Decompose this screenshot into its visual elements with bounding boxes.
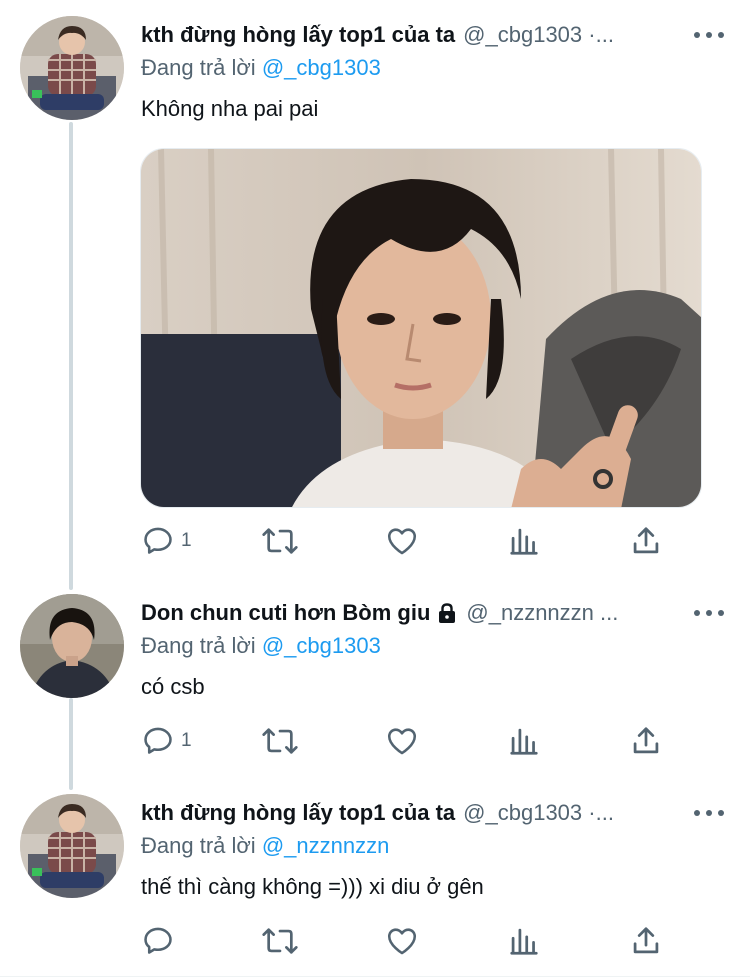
share-button[interactable] [631, 724, 661, 758]
user-handle[interactable]: @_cbg1303 ·... [463, 22, 681, 48]
share-button[interactable] [631, 524, 661, 558]
heart-icon [387, 528, 417, 555]
avatar[interactable] [20, 16, 124, 120]
retweet-icon [262, 728, 298, 754]
reply-icon [144, 527, 172, 554]
views-button[interactable] [509, 524, 539, 558]
tweet-header: Don chun cuti hơn Bòm giu @_nzznnzzn ... [141, 597, 681, 629]
tweet-header: kth đừng hòng lấy top1 của ta @_cbg1303 … [141, 19, 681, 51]
reply-count: 1 [181, 730, 192, 751]
more-icon[interactable] [694, 24, 724, 46]
photo-person-image [141, 149, 701, 507]
views-icon [510, 928, 538, 955]
user-handle[interactable]: @_nzznnzzn ... [466, 600, 681, 626]
retweet-icon [262, 928, 298, 954]
replying-prefix: Đang trả lời [141, 55, 256, 80]
reply-count: 1 [181, 530, 192, 551]
more-icon[interactable] [694, 802, 724, 824]
views-button[interactable] [509, 724, 539, 758]
avatar-kth-image [20, 16, 124, 120]
display-name[interactable]: Don chun cuti hơn Bòm giu [141, 600, 430, 626]
mention-link[interactable]: @_nzznnzzn [262, 833, 390, 858]
share-icon [633, 727, 659, 754]
share-icon [633, 527, 659, 554]
avatar[interactable] [20, 594, 124, 698]
display-name[interactable]: kth đừng hòng lấy top1 của ta [141, 800, 455, 826]
views-button[interactable] [509, 924, 539, 958]
more-icon[interactable] [694, 602, 724, 624]
reply-button[interactable]: 1 [141, 724, 192, 758]
tweet-actions: 1 [141, 724, 671, 758]
avatar[interactable] [20, 794, 124, 898]
avatar-don-image [20, 594, 124, 698]
replying-to: Đang trả lời @_cbg1303 [141, 55, 381, 81]
replying-prefix: Đang trả lời [141, 833, 256, 858]
tweet-actions [141, 924, 671, 958]
tweet-text: có csb [141, 674, 205, 699]
display-name[interactable]: kth đừng hòng lấy top1 của ta [141, 22, 455, 48]
replying-to: Đang trả lời @_nzznnzzn [141, 833, 389, 859]
tweet[interactable]: kth đừng hòng lấy top1 của ta @_cbg1303 … [0, 778, 750, 978]
retweet-icon [262, 528, 298, 554]
tweet-header: kth đừng hòng lấy top1 của ta @_cbg1303 … [141, 797, 681, 829]
views-icon [510, 728, 538, 755]
replying-prefix: Đang trả lời [141, 633, 256, 658]
reply-icon [144, 927, 172, 954]
mention-link[interactable]: @_cbg1303 [262, 55, 381, 80]
replying-to: Đang trả lời @_cbg1303 [141, 633, 381, 659]
tweet-text: Không nha pai pai [141, 96, 319, 121]
avatar-kth-image [20, 794, 124, 898]
share-button[interactable] [631, 924, 661, 958]
tweet[interactable]: Don chun cuti hơn Bòm giu @_nzznnzzn ...… [0, 578, 750, 778]
tweet-text: thế thì càng không =))) xi diu ở gên [141, 874, 484, 899]
divider [0, 976, 750, 977]
share-icon [633, 927, 659, 954]
heart-icon [387, 728, 417, 755]
retweet-button[interactable] [261, 924, 299, 958]
tweet[interactable]: kth đừng hòng lấy top1 của ta @_cbg1303 … [0, 0, 750, 578]
reply-icon [144, 727, 172, 754]
reply-button[interactable] [141, 924, 181, 958]
tweet-photo[interactable] [140, 148, 702, 508]
like-button[interactable] [385, 924, 419, 958]
lock-icon [436, 602, 458, 624]
retweet-button[interactable] [261, 724, 299, 758]
mention-link[interactable]: @_cbg1303 [262, 633, 381, 658]
like-button[interactable] [385, 524, 419, 558]
tweet-actions: 1 [141, 524, 671, 558]
retweet-button[interactable] [261, 524, 299, 558]
views-icon [510, 528, 538, 555]
user-handle[interactable]: @_cbg1303 ·... [463, 800, 681, 826]
heart-icon [387, 928, 417, 955]
like-button[interactable] [385, 724, 419, 758]
reply-button[interactable]: 1 [141, 524, 192, 558]
